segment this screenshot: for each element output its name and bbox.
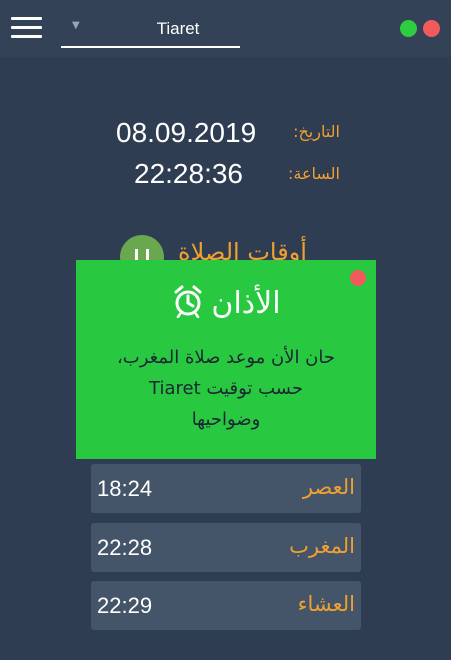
prayer-time: 18:24 <box>97 476 153 501</box>
city-value: Tiaret <box>156 19 200 38</box>
date-label: التاريخ: <box>293 122 340 141</box>
popup-line-3: وضواحيها <box>191 409 261 430</box>
adhan-notification: الأذان حان الأن موعد صلاة المغرب، حسب تو… <box>76 260 376 459</box>
prayer-row-asr: 18:24 العصر <box>91 464 361 513</box>
city-select[interactable]: ▼ Tiaret <box>61 14 240 48</box>
prayer-row-isha: 22:29 العشاء <box>91 581 361 630</box>
popup-line-2: حسب توقيت Tiaret <box>149 378 303 399</box>
title-bar: ▼ Tiaret <box>0 0 451 57</box>
prayer-time: 22:29 <box>97 593 153 618</box>
prayer-name: العصر <box>302 475 355 499</box>
prayer-name: المغرب <box>289 534 355 558</box>
prayer-time: 22:28 <box>97 535 153 560</box>
popup-line-1: حان الأن موعد صلاة المغرب، <box>116 347 336 368</box>
time-label: الساعة: <box>288 164 340 183</box>
close-button[interactable] <box>423 20 440 37</box>
time-value: 22:28:36 <box>134 158 243 189</box>
popup-title: الأذان <box>211 285 281 321</box>
popup-message: حان الأن موعد صلاة المغرب، حسب توقيت Tia… <box>96 342 356 435</box>
prayer-name: العشاء <box>297 592 355 616</box>
alarm-clock-icon <box>171 284 205 322</box>
maximize-button[interactable] <box>400 20 417 37</box>
date-value: 08.09.2019 <box>116 117 257 148</box>
menu-icon[interactable] <box>11 17 42 39</box>
prayer-row-maghrib: 22:28 المغرب <box>91 523 361 572</box>
